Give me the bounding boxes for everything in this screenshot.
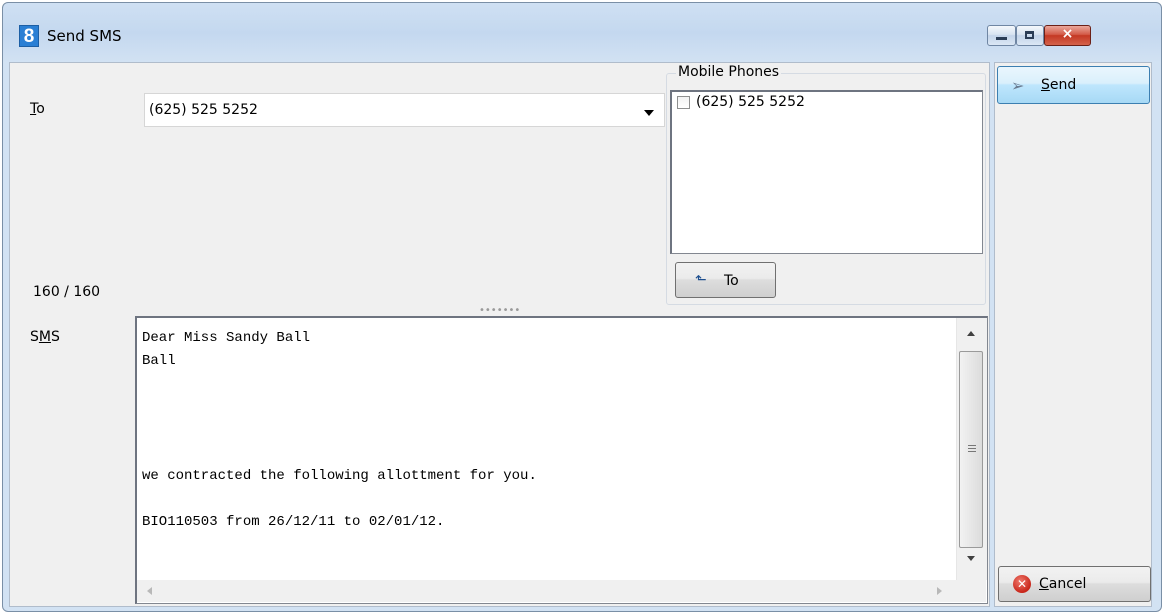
cancel-circle-icon: ✕	[1013, 575, 1031, 593]
maximize-icon	[1025, 31, 1034, 39]
scroll-down-icon[interactable]	[967, 556, 975, 561]
scroll-up-icon[interactable]	[967, 331, 975, 336]
close-button[interactable]: ×	[1044, 25, 1091, 46]
mobile-phones-list[interactable]	[670, 90, 983, 254]
minimize-button[interactable]	[987, 25, 1016, 46]
dropdown-arrow-icon[interactable]	[644, 110, 654, 116]
scroll-left-icon[interactable]	[147, 587, 152, 595]
mobile-phones-title: Mobile Phones	[676, 64, 782, 80]
actions-panel	[994, 62, 1152, 607]
window-title: Send SMS	[47, 27, 122, 45]
splitter-grip[interactable]: •••••••	[479, 305, 520, 316]
sms-label: SMS	[30, 329, 60, 345]
to-label: To	[30, 101, 45, 117]
send-button[interactable]: ➢ Send	[997, 66, 1150, 104]
send-button-label: Send	[1041, 77, 1077, 93]
cancel-button[interactable]: ✕ Cancel	[998, 566, 1151, 602]
grip-icon	[968, 445, 976, 446]
maximize-button[interactable]	[1016, 25, 1044, 46]
minimize-icon	[996, 37, 1007, 40]
cancel-button-label: Cancel	[1039, 576, 1087, 592]
sms-body-text[interactable]: Dear Miss Sandy Ball Ball we contracted …	[142, 327, 952, 534]
app-logo-icon: 8	[19, 25, 39, 47]
horizontal-scrollbar[interactable]	[137, 580, 956, 602]
scroll-corner	[956, 580, 986, 602]
scroll-thumb[interactable]	[959, 351, 983, 548]
phone-item-label[interactable]: (625) 525 5252	[696, 94, 805, 110]
to-combobox[interactable]: (625) 525 5252	[144, 93, 665, 127]
cursor-arrow-icon: ⬑	[695, 272, 707, 288]
phone-checkbox[interactable]	[677, 96, 690, 109]
to-value: (625) 525 5252	[149, 102, 258, 118]
char-counter: 160 / 160	[33, 284, 101, 300]
to-button[interactable]: ⬑ To	[675, 262, 776, 298]
vertical-scrollbar[interactable]	[956, 318, 987, 580]
to-button-label: To	[724, 273, 739, 289]
close-icon: ×	[1061, 26, 1074, 42]
scroll-right-icon[interactable]	[937, 587, 942, 595]
paper-plane-icon: ➢	[1011, 76, 1025, 95]
